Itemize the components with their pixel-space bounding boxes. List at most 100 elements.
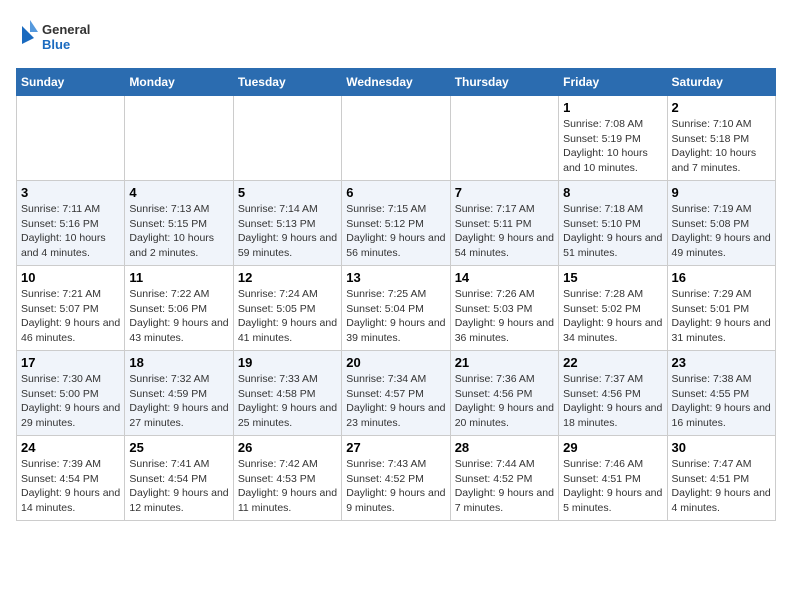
weekday-header-sunday: Sunday	[17, 69, 125, 96]
calendar-cell	[125, 96, 233, 181]
day-number: 8	[563, 185, 662, 200]
calendar-cell: 30 Sunrise: 7:47 AM Sunset: 4:51 PM Dayli…	[667, 436, 775, 521]
day-info: Sunrise: 7:15 AM Sunset: 5:12 PM Dayligh…	[346, 202, 445, 261]
day-info: Sunrise: 7:22 AM Sunset: 5:06 PM Dayligh…	[129, 287, 228, 346]
weekday-header-wednesday: Wednesday	[342, 69, 450, 96]
calendar-cell: 8Sunrise: 7:18 AM Sunset: 5:10 PM Daylig…	[559, 181, 667, 266]
calendar-week-4: 17 Sunrise: 7:30 AM Sunset: 5:00 PM Dayli…	[17, 351, 776, 436]
day-info: Sunrise: 7:37 AM Sunset: 4:56 PM Dayligh…	[563, 372, 662, 431]
calendar-week-5: 24 Sunrise: 7:39 AM Sunset: 4:54 PM Dayli…	[17, 436, 776, 521]
calendar-cell	[342, 96, 450, 181]
weekday-header-monday: Monday	[125, 69, 233, 96]
day-number: 15	[563, 270, 662, 285]
day-number: 22	[563, 355, 662, 370]
calendar-cell	[233, 96, 341, 181]
calendar-cell: 4Sunrise: 7:13 AM Sunset: 5:15 PM Daylig…	[125, 181, 233, 266]
calendar-cell: 14 Sunrise: 7:26 AM Sunset: 5:03 PM Dayli…	[450, 266, 558, 351]
day-number: 25	[129, 440, 228, 455]
day-number: 30	[672, 440, 771, 455]
calendar-week-3: 10 Sunrise: 7:21 AM Sunset: 5:07 PM Dayli…	[17, 266, 776, 351]
day-info: Sunrise: 7:28 AM Sunset: 5:02 PM Dayligh…	[563, 287, 662, 346]
day-info: Sunrise: 7:33 AM Sunset: 4:58 PM Dayligh…	[238, 372, 337, 431]
day-number: 7	[455, 185, 554, 200]
day-info: Sunrise: 7:41 AM Sunset: 4:54 PM Dayligh…	[129, 457, 228, 516]
day-number: 2	[672, 100, 771, 115]
day-info: Sunrise: 7:24 AM Sunset: 5:05 PM Dayligh…	[238, 287, 337, 346]
weekday-header-friday: Friday	[559, 69, 667, 96]
day-number: 10	[21, 270, 120, 285]
day-info: Sunrise: 7:26 AM Sunset: 5:03 PM Dayligh…	[455, 287, 554, 346]
svg-text:Blue: Blue	[42, 37, 70, 52]
day-number: 24	[21, 440, 120, 455]
calendar-cell: 18 Sunrise: 7:32 AM Sunset: 4:59 PM Dayli…	[125, 351, 233, 436]
calendar-cell: 11 Sunrise: 7:22 AM Sunset: 5:06 PM Dayli…	[125, 266, 233, 351]
calendar-cell: 19Sunrise: 7:33 AM Sunset: 4:58 PM Dayli…	[233, 351, 341, 436]
calendar-cell: 24 Sunrise: 7:39 AM Sunset: 4:54 PM Dayli…	[17, 436, 125, 521]
calendar-cell: 1 Sunrise: 7:08 AM Sunset: 5:19 PM Daylig…	[559, 96, 667, 181]
calendar-cell	[17, 96, 125, 181]
day-number: 17	[21, 355, 120, 370]
calendar-cell: 13Sunrise: 7:25 AM Sunset: 5:04 PM Dayli…	[342, 266, 450, 351]
calendar-cell: 5Sunrise: 7:14 AM Sunset: 5:13 PM Daylig…	[233, 181, 341, 266]
day-number: 28	[455, 440, 554, 455]
day-number: 29	[563, 440, 662, 455]
calendar-cell: 29 Sunrise: 7:46 AM Sunset: 4:51 PM Dayli…	[559, 436, 667, 521]
calendar-cell: 3Sunrise: 7:11 AM Sunset: 5:16 PM Daylig…	[17, 181, 125, 266]
day-info: Sunrise: 7:43 AM Sunset: 4:52 PM Dayligh…	[346, 457, 445, 516]
day-number: 6	[346, 185, 445, 200]
day-number: 14	[455, 270, 554, 285]
day-info: Sunrise: 7:34 AM Sunset: 4:57 PM Dayligh…	[346, 372, 445, 431]
calendar-cell: 27Sunrise: 7:43 AM Sunset: 4:52 PM Dayli…	[342, 436, 450, 521]
day-info: Sunrise: 7:17 AM Sunset: 5:11 PM Dayligh…	[455, 202, 554, 261]
day-number: 18	[129, 355, 228, 370]
day-number: 21	[455, 355, 554, 370]
calendar-cell: 22 Sunrise: 7:37 AM Sunset: 4:56 PM Dayli…	[559, 351, 667, 436]
calendar-cell: 23Sunrise: 7:38 AM Sunset: 4:55 PM Dayli…	[667, 351, 775, 436]
calendar-cell: 12 Sunrise: 7:24 AM Sunset: 5:05 PM Dayli…	[233, 266, 341, 351]
calendar-cell: 25 Sunrise: 7:41 AM Sunset: 4:54 PM Dayli…	[125, 436, 233, 521]
calendar-cell: 9 Sunrise: 7:19 AM Sunset: 5:08 PM Daylig…	[667, 181, 775, 266]
weekday-header-saturday: Saturday	[667, 69, 775, 96]
calendar-cell: 16Sunrise: 7:29 AM Sunset: 5:01 PM Dayli…	[667, 266, 775, 351]
day-number: 3	[21, 185, 120, 200]
calendar-cell: 26Sunrise: 7:42 AM Sunset: 4:53 PM Dayli…	[233, 436, 341, 521]
day-info: Sunrise: 7:10 AM Sunset: 5:18 PM Dayligh…	[672, 117, 771, 176]
day-info: Sunrise: 7:25 AM Sunset: 5:04 PM Dayligh…	[346, 287, 445, 346]
day-number: 4	[129, 185, 228, 200]
day-number: 23	[672, 355, 771, 370]
day-number: 5	[238, 185, 337, 200]
weekday-header-thursday: Thursday	[450, 69, 558, 96]
calendar-cell: 20 Sunrise: 7:34 AM Sunset: 4:57 PM Dayli…	[342, 351, 450, 436]
calendar-cell: 7 Sunrise: 7:17 AM Sunset: 5:11 PM Daylig…	[450, 181, 558, 266]
day-info: Sunrise: 7:32 AM Sunset: 4:59 PM Dayligh…	[129, 372, 228, 431]
day-number: 12	[238, 270, 337, 285]
day-info: Sunrise: 7:47 AM Sunset: 4:51 PM Dayligh…	[672, 457, 771, 516]
calendar-cell: 2 Sunrise: 7:10 AM Sunset: 5:18 PM Daylig…	[667, 96, 775, 181]
weekday-header-tuesday: Tuesday	[233, 69, 341, 96]
day-info: Sunrise: 7:42 AM Sunset: 4:53 PM Dayligh…	[238, 457, 337, 516]
svg-text:General: General	[42, 22, 90, 37]
calendar-week-2: 3Sunrise: 7:11 AM Sunset: 5:16 PM Daylig…	[17, 181, 776, 266]
day-info: Sunrise: 7:30 AM Sunset: 5:00 PM Dayligh…	[21, 372, 120, 431]
page-header: GeneralBlue	[16, 16, 776, 56]
day-info: Sunrise: 7:39 AM Sunset: 4:54 PM Dayligh…	[21, 457, 120, 516]
calendar-week-1: 1 Sunrise: 7:08 AM Sunset: 5:19 PM Daylig…	[17, 96, 776, 181]
day-number: 20	[346, 355, 445, 370]
calendar-cell: 10 Sunrise: 7:21 AM Sunset: 5:07 PM Dayli…	[17, 266, 125, 351]
calendar-cell: 28Sunrise: 7:44 AM Sunset: 4:52 PM Dayli…	[450, 436, 558, 521]
day-info: Sunrise: 7:29 AM Sunset: 5:01 PM Dayligh…	[672, 287, 771, 346]
day-info: Sunrise: 7:46 AM Sunset: 4:51 PM Dayligh…	[563, 457, 662, 516]
day-number: 1	[563, 100, 662, 115]
day-number: 9	[672, 185, 771, 200]
day-info: Sunrise: 7:21 AM Sunset: 5:07 PM Dayligh…	[21, 287, 120, 346]
calendar-table: SundayMondayTuesdayWednesdayThursdayFrid…	[16, 68, 776, 521]
calendar-cell: 6 Sunrise: 7:15 AM Sunset: 5:12 PM Daylig…	[342, 181, 450, 266]
logo: GeneralBlue	[16, 16, 96, 56]
calendar-cell: 21 Sunrise: 7:36 AM Sunset: 4:56 PM Dayli…	[450, 351, 558, 436]
day-info: Sunrise: 7:19 AM Sunset: 5:08 PM Dayligh…	[672, 202, 771, 261]
day-number: 11	[129, 270, 228, 285]
weekday-header-row: SundayMondayTuesdayWednesdayThursdayFrid…	[17, 69, 776, 96]
day-info: Sunrise: 7:36 AM Sunset: 4:56 PM Dayligh…	[455, 372, 554, 431]
calendar-cell: 15 Sunrise: 7:28 AM Sunset: 5:02 PM Dayli…	[559, 266, 667, 351]
day-info: Sunrise: 7:08 AM Sunset: 5:19 PM Dayligh…	[563, 117, 662, 176]
